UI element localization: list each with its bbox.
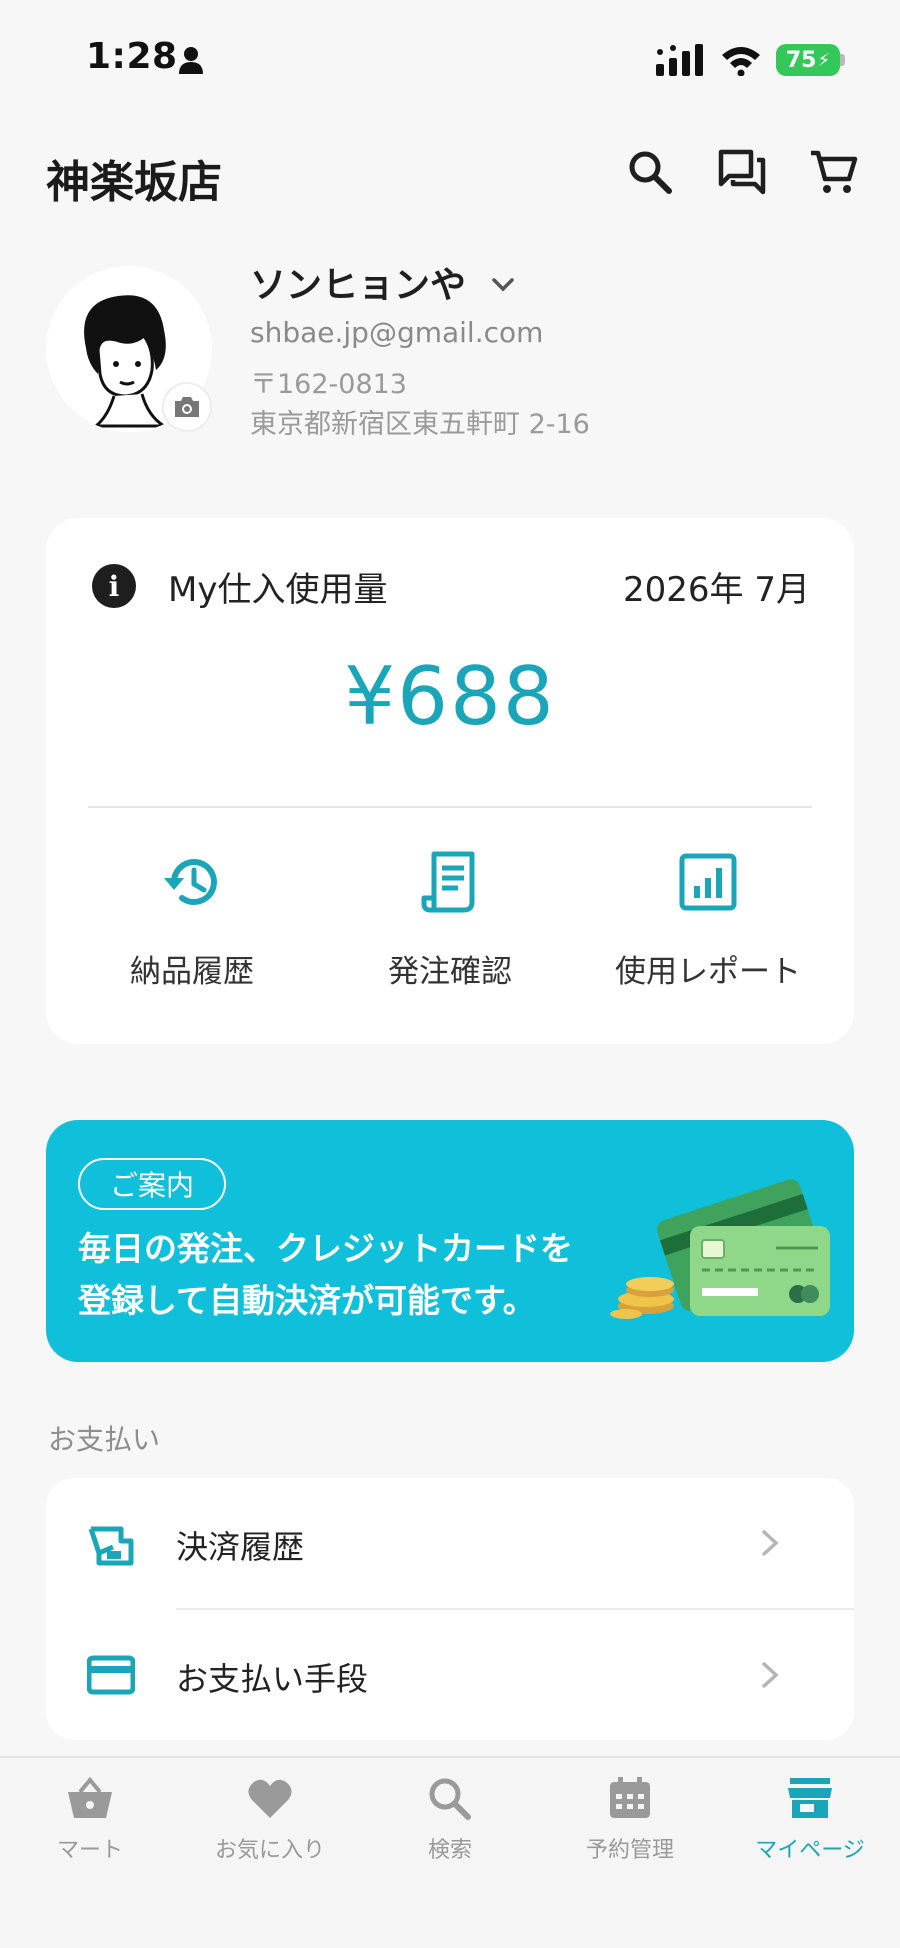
cart-icon[interactable] (806, 144, 862, 200)
nav-label: 予約管理 (585, 1838, 674, 1863)
payment-divider (176, 1608, 854, 1610)
info-icon[interactable]: i (92, 564, 136, 608)
nav-label: マイページ (755, 1838, 865, 1863)
action-delivery-history[interactable]: 納品履歴 (62, 850, 322, 991)
search-icon (426, 1776, 474, 1824)
store-icon (786, 1776, 834, 1824)
nav-item-search[interactable]: 検索 (360, 1776, 540, 1864)
banner-text-line2: 登録して自動決済が可能です。 (78, 1281, 536, 1320)
usage-amount: ¥688 (344, 650, 556, 743)
nav-label: お気に入り (214, 1838, 325, 1863)
report-icon (676, 850, 740, 918)
profile-zip: 〒162-0813 (250, 369, 407, 400)
basket-icon (66, 1776, 114, 1824)
banner-text-line1: 毎日の発注、クレジットカードを (78, 1229, 573, 1268)
status-time: 1:28 (86, 36, 178, 77)
nav-item-mypage[interactable]: マイページ (720, 1776, 900, 1864)
card-divider (88, 806, 812, 808)
banner-badge: ご案内 (78, 1158, 227, 1210)
nav-item-reservations[interactable]: 予約管理 (540, 1776, 720, 1864)
person-icon (178, 46, 204, 78)
chevron-right-icon[interactable] (758, 1528, 782, 1562)
heart-icon (246, 1776, 294, 1824)
payment-history-icon (86, 1520, 136, 1570)
action-usage-report[interactable]: 使用レポート (578, 850, 838, 991)
battery-indicator: 75 ⚡ (776, 44, 840, 76)
credit-card-coins-illustration-icon (606, 1176, 836, 1330)
section-label-payment: お支払い (48, 1423, 161, 1456)
chevron-down-icon[interactable] (488, 270, 518, 304)
nav-label: 検索 (427, 1838, 472, 1863)
calendar-icon (606, 1776, 654, 1824)
search-icon[interactable] (622, 144, 678, 200)
usage-month: 2026年 7月 (623, 570, 810, 610)
usage-label: My仕入使用量 (168, 570, 388, 610)
profile-email: shbae.jp@gmail.com (250, 316, 544, 349)
credit-card-icon (86, 1650, 136, 1700)
wifi-icon (720, 44, 762, 80)
nav-label: マート (56, 1838, 123, 1863)
nav-item-mart[interactable]: マート (0, 1776, 180, 1864)
profile-address: 東京都新宿区東五軒町 2-16 (250, 409, 590, 440)
history-icon (160, 850, 224, 918)
store-title: 神楽坂店 (46, 157, 222, 208)
chevron-right-icon[interactable] (758, 1660, 782, 1694)
action-label: 使用レポート (615, 954, 801, 990)
payment-row-label[interactable]: お支払い手段 (176, 1654, 368, 1700)
action-label: 納品履歴 (130, 954, 254, 990)
payment-row-label[interactable]: 決済履歴 (176, 1522, 304, 1568)
battery-cap (840, 54, 845, 66)
chat-icon[interactable] (714, 144, 770, 200)
action-order-confirm[interactable]: 発注確認 (320, 850, 580, 991)
receipt-icon (418, 850, 482, 918)
cellular-signal-icon (656, 44, 706, 80)
camera-icon[interactable] (162, 382, 212, 432)
profile-name[interactable]: ソンヒョンや (250, 256, 466, 308)
nav-item-favorites[interactable]: お気に入り (180, 1776, 360, 1864)
battery-level: 75 (785, 47, 817, 73)
action-label: 発注確認 (388, 954, 512, 990)
